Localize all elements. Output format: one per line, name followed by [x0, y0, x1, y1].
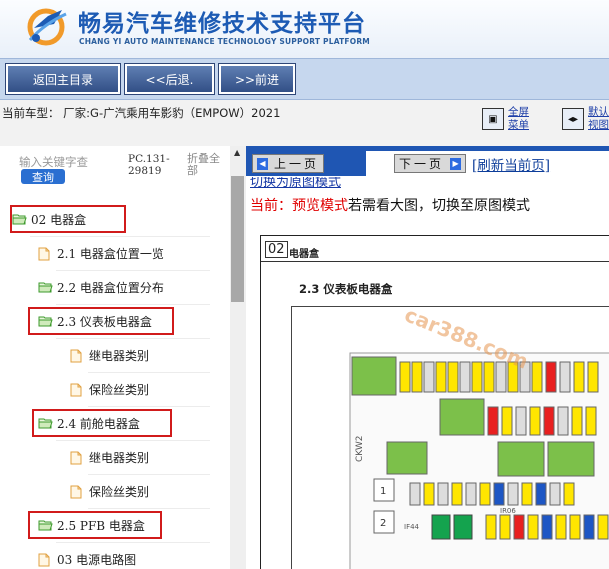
- document-page: 02 电器盒 2.3 仪表板电器盒 CKW2 1 2 IF44 IR06 car…: [260, 235, 609, 569]
- scroll-up-arrow-icon[interactable]: ▲: [234, 148, 240, 157]
- document-viewer: ◀ 上一页 下一页 ▶ [刷新当前页] 切换为原图模式 当前：预览模式若需看大图…: [246, 146, 609, 569]
- next-page-label: 下一页: [399, 157, 445, 171]
- default-view-link[interactable]: 默认 视图: [588, 106, 609, 132]
- document-code: PC.131- 29819: [128, 153, 170, 177]
- tree-item[interactable]: 03 电源电路图: [38, 542, 136, 569]
- highlight-box: [32, 409, 172, 437]
- folder-open-icon: [38, 281, 53, 293]
- platform-logo: [27, 8, 67, 46]
- subsection-title: 2.3 仪表板电器盒: [299, 282, 393, 296]
- mode-prefix: 当前：: [250, 198, 292, 214]
- fullscreen-icon[interactable]: ▣: [482, 108, 504, 130]
- tree-item[interactable]: 2.1 电器盒位置一览: [38, 236, 164, 270]
- tree-item[interactable]: 继电器类别: [70, 440, 149, 474]
- highlight-box: [10, 205, 126, 233]
- tree-item-label: 2.2 电器盒位置分布: [57, 280, 164, 295]
- file-icon: [38, 553, 53, 567]
- tree-item[interactable]: 2.2 电器盒位置分布: [38, 270, 164, 304]
- arrow-right-icon: ▶: [450, 157, 462, 170]
- fullscreen-menu-link[interactable]: 全屏 菜单: [508, 106, 529, 132]
- file-icon: [70, 451, 85, 465]
- next-page-button[interactable]: 下一页 ▶: [394, 154, 467, 173]
- tree-item[interactable]: 保险丝类别: [70, 372, 149, 406]
- platform-title: 畅易汽车维修技术支持平台: [78, 10, 366, 37]
- highlight-box: [28, 511, 162, 539]
- tree-item-label: 继电器类别: [89, 348, 150, 363]
- arrow-left-icon: ◀: [257, 157, 268, 170]
- file-icon: [70, 349, 85, 363]
- fuse-label-ir06: IR06: [500, 507, 516, 515]
- tree-item-label: 继电器类别: [89, 450, 150, 465]
- file-icon: [70, 485, 85, 499]
- header-banner: 畅易汽车维修技术支持平台 CHANG YI AUTO MAINTENANCE T…: [0, 0, 609, 58]
- home-button[interactable]: 返回主目录: [5, 63, 121, 95]
- catalog-sidebar: 输入关键字查 查询 PC.131- 29819 折叠全 部 02 电器盒 2.1 …: [0, 146, 246, 569]
- prev-page-button[interactable]: ◀ 上一页: [252, 154, 325, 173]
- vehicle-info-bar: 当前车型： 厂家:G-广汽乘用车影豹（EMPOW）2021 ▣ 全屏 菜单 ◂▸…: [0, 100, 609, 146]
- refresh-page-link[interactable]: [刷新当前页]: [472, 154, 550, 174]
- preview-mode-notice: 当前：预览模式若需看大图，切换至原图模式: [250, 195, 530, 215]
- fuse-label-1: 1: [380, 486, 386, 497]
- fuse-label-if44: IF44: [404, 523, 420, 531]
- prev-page-label: 上一页: [274, 157, 320, 171]
- fuse-box-diagram: CKW2 1 2 IF44 IR06: [349, 352, 609, 569]
- current-car-model: 当前车型： 厂家:G-广汽乘用车影豹（EMPOW）2021: [2, 106, 281, 120]
- search-area: 输入关键字查 查询 PC.131- 29819 折叠全 部: [0, 146, 230, 198]
- mode-name: 预览模式: [292, 198, 348, 214]
- switch-original-mode-link[interactable]: 切换为原图模式: [250, 177, 341, 189]
- mode-suffix: 若需看大图，切换至原图模式: [348, 198, 530, 214]
- tree-item[interactable]: 继电器类别: [70, 338, 149, 372]
- section-title: 电器盒: [289, 249, 319, 260]
- fuse-label-ckw2: CKW2: [355, 436, 365, 463]
- file-icon: [70, 383, 85, 397]
- tree-item[interactable]: 保险丝类别: [70, 474, 149, 508]
- tree-item-label: 保险丝类别: [89, 382, 150, 397]
- fuse-label-2: 2: [380, 518, 386, 529]
- platform-subtitle: CHANG YI AUTO MAINTENANCE TECHNOLOGY SUP…: [79, 37, 370, 46]
- fuse-diagram-frame: CKW2 1 2 IF44 IR06: [291, 306, 609, 569]
- tree-item-label: 2.1 电器盒位置一览: [57, 246, 164, 261]
- back-button[interactable]: <<后退.: [124, 63, 215, 95]
- default-view-icon[interactable]: ◂▸: [562, 108, 584, 130]
- tree-item-label: 03 电源电路图: [57, 552, 137, 567]
- section-number: 02: [265, 241, 288, 258]
- file-icon: [38, 247, 53, 261]
- query-button[interactable]: 查询: [21, 169, 65, 184]
- main-toolbar: 返回主目录 <<后退. >>前进: [0, 58, 609, 100]
- forward-button[interactable]: >>前进: [218, 63, 296, 95]
- sidebar-scroll-thumb[interactable]: [231, 176, 244, 302]
- collapse-all-button[interactable]: 折叠全 部: [187, 153, 220, 177]
- section-rule: [261, 261, 609, 262]
- tree-item-label: 保险丝类别: [89, 484, 150, 499]
- highlight-box: [28, 307, 174, 335]
